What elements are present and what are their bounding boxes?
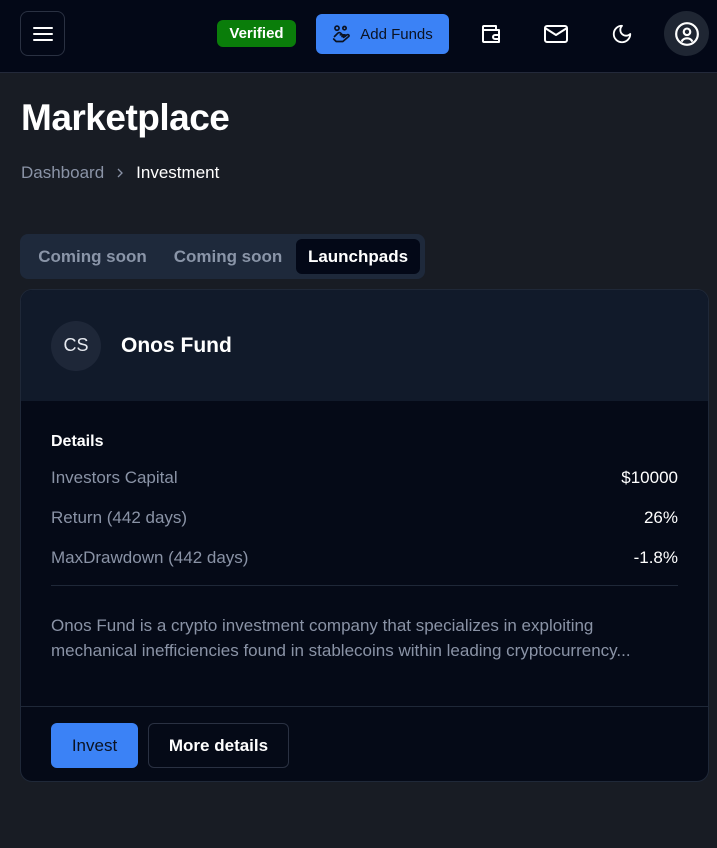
- page-title: Marketplace: [21, 97, 230, 138]
- detail-row: MaxDrawdown (442 days) -1.8%: [51, 548, 678, 588]
- moon-icon: [612, 24, 632, 44]
- fund-card: CS Onos Fund Details Investors Capital $…: [20, 289, 709, 782]
- breadcrumb-dashboard[interactable]: Dashboard: [21, 163, 104, 183]
- theme-toggle-button[interactable]: [600, 14, 644, 54]
- detail-row: Return (442 days) 26%: [51, 508, 678, 548]
- breadcrumb-investment: Investment: [136, 163, 220, 182]
- detail-label: Investors Capital: [51, 468, 178, 487]
- fund-card-body: Details Investors Capital $10000 Return …: [21, 401, 708, 663]
- fund-avatar: CS: [51, 320, 101, 371]
- fund-card-footer: Invest More details: [21, 706, 708, 781]
- add-funds-button[interactable]: Add Funds: [316, 14, 449, 54]
- top-navbar: Verified Add Funds: [0, 0, 717, 73]
- wallet-icon: [482, 25, 500, 43]
- tab-launchpads[interactable]: Launchpads: [296, 239, 420, 274]
- detail-label: Return (442 days): [51, 508, 188, 527]
- account-button[interactable]: [664, 11, 709, 56]
- detail-row: Investors Capital $10000: [51, 468, 678, 508]
- wallet-button[interactable]: [469, 14, 513, 54]
- detail-value: 26%: [643, 508, 678, 527]
- details-heading: Details: [51, 433, 104, 450]
- chevron-right-icon: [116, 167, 124, 179]
- menu-button[interactable]: [20, 11, 65, 56]
- invest-button[interactable]: Invest: [51, 723, 138, 768]
- detail-value: -1.8%: [633, 548, 678, 567]
- fund-description: Onos Fund is a crypto investment company…: [51, 616, 631, 660]
- hand-coins-icon: [333, 25, 351, 43]
- user-circle-icon: [674, 21, 699, 46]
- mail-button[interactable]: [534, 14, 578, 54]
- tab-coming-soon-2[interactable]: Coming soon: [160, 239, 296, 274]
- more-details-button[interactable]: More details: [148, 723, 289, 768]
- fund-name: Onos Fund: [121, 333, 232, 357]
- breadcrumb: Dashboard Investment: [21, 163, 219, 183]
- tab-coming-soon-1[interactable]: Coming soon: [25, 239, 160, 274]
- verified-badge: Verified: [217, 20, 296, 47]
- marketplace-tabs: Coming soon Coming soon Launchpads: [20, 234, 425, 279]
- detail-label: MaxDrawdown (442 days): [51, 548, 249, 567]
- mail-icon: [544, 25, 568, 43]
- hamburger-menu-icon: [32, 26, 53, 41]
- fund-card-header: CS Onos Fund: [21, 290, 708, 401]
- add-funds-label: Add Funds: [360, 25, 433, 43]
- detail-value: $10000: [621, 468, 678, 487]
